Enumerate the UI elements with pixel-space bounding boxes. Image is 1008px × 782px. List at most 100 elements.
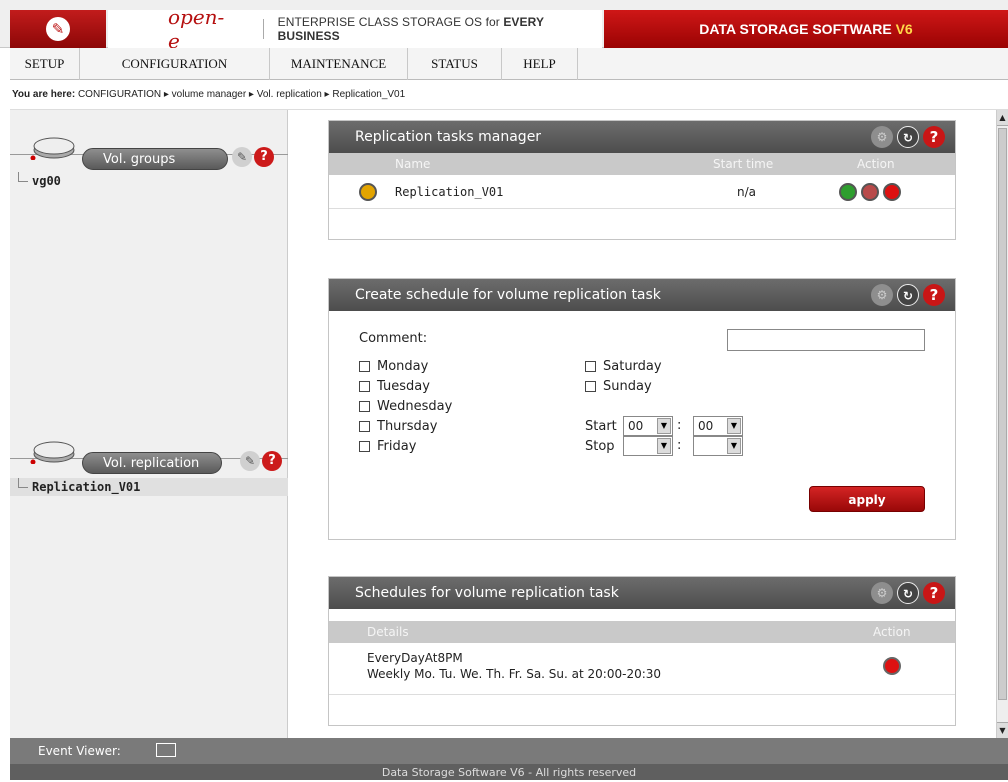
help-icon[interactable]: ? <box>254 147 274 167</box>
divider <box>262 19 264 39</box>
loading-icon: ⚙ <box>871 126 893 148</box>
scrollbar[interactable]: ▲ ▼ <box>996 110 1008 738</box>
create-schedule-panel: Create schedule for volume replication t… <box>328 278 956 540</box>
scroll-thumb[interactable] <box>998 128 1007 700</box>
menu-status[interactable]: STATUS <box>408 48 502 80</box>
schedule-name: EveryDayAt8PM <box>367 651 463 665</box>
logo: ✎ <box>10 10 106 48</box>
product-banner: DATA STORAGE SOFTWARE V6 <box>604 10 1008 48</box>
checkbox[interactable] <box>585 381 596 392</box>
menu-configuration[interactable]: CONFIGURATION <box>80 48 270 80</box>
panel-title: Schedules for volume replication task ⚙ ↻… <box>329 577 955 609</box>
schedules-panel: Schedules for volume replication task ⚙ ↻… <box>328 576 956 726</box>
checkbox-thursday[interactable]: Thursday <box>359 419 437 434</box>
table-row: Replication_V01 n/a <box>329 175 955 209</box>
checkbox-friday[interactable]: Friday <box>359 439 416 454</box>
scroll-up-icon[interactable]: ▲ <box>997 110 1008 126</box>
stop-hour-select[interactable]: ▼ <box>623 436 673 456</box>
day-label: Wednesday <box>377 399 453 414</box>
disk-icon <box>30 137 75 160</box>
loading-icon: ⚙ <box>871 582 893 604</box>
checkbox-wednesday[interactable]: Wednesday <box>359 399 452 414</box>
schedule-desc: Weekly Mo. Tu. We. Th. Fr. Sa. Su. at 20… <box>367 667 662 681</box>
col-action: Action <box>857 157 895 171</box>
apply-button[interactable]: apply <box>809 486 925 512</box>
chevron-down-icon[interactable]: ▼ <box>657 418 671 434</box>
refresh-icon[interactable]: ↻ <box>897 126 919 148</box>
checkbox[interactable] <box>359 401 370 412</box>
checkbox[interactable] <box>585 361 596 372</box>
menu-setup[interactable]: SETUP <box>10 48 80 80</box>
checkbox-tuesday[interactable]: Tuesday <box>359 379 430 394</box>
panel-title-text: Replication tasks manager <box>355 129 542 145</box>
delete-icon[interactable] <box>883 657 901 675</box>
vol-groups-title: Vol. groups <box>82 148 228 170</box>
comment-input[interactable] <box>727 329 925 351</box>
scroll-down-icon[interactable]: ▼ <box>997 722 1008 738</box>
panel-title-text: Create schedule for volume replication t… <box>355 287 661 303</box>
start-hour-value: 00 <box>628 419 644 433</box>
product-version: V6 <box>895 21 913 37</box>
task-start: n/a <box>737 185 757 199</box>
panel-title: Create schedule for volume replication t… <box>329 279 955 311</box>
help-icon[interactable]: ? <box>923 284 945 306</box>
day-label: Tuesday <box>377 379 430 394</box>
checkbox-monday[interactable]: Monday <box>359 359 428 374</box>
wrench-icon: ✎ <box>46 17 70 41</box>
wrench-icon[interactable]: ✎ <box>232 147 252 167</box>
day-label: Monday <box>377 359 429 374</box>
refresh-icon[interactable]: ↻ <box>897 582 919 604</box>
panel-title-text: Schedules for volume replication task <box>355 585 619 601</box>
wrench-icon[interactable]: ✎ <box>240 451 260 471</box>
start-hour-select[interactable]: 00 ▼ <box>623 416 673 436</box>
comment-label: Comment: <box>359 331 428 346</box>
task-name: Replication_V01 <box>395 185 504 199</box>
menu-maintenance[interactable]: MAINTENANCE <box>270 48 408 80</box>
breadcrumb-path[interactable]: CONFIGURATION ▸ volume manager ▸ Vol. re… <box>78 89 405 100</box>
panel-title: Replication tasks manager ⚙ ↻? <box>329 121 955 153</box>
chevron-down-icon[interactable]: ▼ <box>657 438 671 454</box>
stop-icon[interactable] <box>861 183 879 201</box>
checkbox-saturday[interactable]: Saturday <box>585 359 662 374</box>
brand-bar: open-e ENTERPRISE CLASS STORAGE OS for E… <box>108 5 602 53</box>
checkbox[interactable] <box>359 421 370 432</box>
footer: Data Storage Software V6 - All rights re… <box>10 764 1008 780</box>
delete-icon[interactable] <box>883 183 901 201</box>
checkbox[interactable] <box>359 361 370 372</box>
envelope-icon[interactable] <box>156 743 176 757</box>
help-icon[interactable]: ? <box>923 126 945 148</box>
chevron-down-icon[interactable]: ▼ <box>727 438 741 454</box>
tree-item-vg00[interactable]: vg00 <box>10 172 288 190</box>
col-start-time: Start time <box>713 157 774 171</box>
help-icon[interactable]: ? <box>923 582 945 604</box>
vol-replication-header: Vol. replication ✎? <box>10 428 288 474</box>
table-row: EveryDayAt8PM Weekly Mo. Tu. We. Th. Fr.… <box>329 643 955 695</box>
vol-groups-header: Vol. groups ✎? <box>10 124 288 170</box>
disk-icon <box>30 441 75 464</box>
product-name: DATA STORAGE SOFTWARE <box>699 21 892 37</box>
breadcrumb: You are here: CONFIGURATION ▸ volume man… <box>10 80 1008 110</box>
help-icon[interactable]: ? <box>262 451 282 471</box>
stop-min-select[interactable]: ▼ <box>693 436 743 456</box>
expand-icon[interactable] <box>359 183 377 201</box>
replication-tasks-panel: Replication tasks manager ⚙ ↻? Name Start… <box>328 120 956 240</box>
refresh-icon[interactable]: ↻ <box>897 284 919 306</box>
tagline-prefix: ENTERPRISE CLASS STORAGE OS for <box>277 15 504 29</box>
checkbox-sunday[interactable]: Sunday <box>585 379 652 394</box>
checkbox[interactable] <box>359 381 370 392</box>
table-header: Details Action <box>329 621 955 643</box>
tree-item-replication[interactable]: Replication_V01 <box>10 478 288 496</box>
col-details: Details <box>367 625 409 639</box>
checkbox[interactable] <box>359 441 370 452</box>
start-min-value: 00 <box>698 419 714 433</box>
main-menu: SETUP CONFIGURATION MAINTENANCE STATUS H… <box>10 48 1008 80</box>
loading-icon: ⚙ <box>871 284 893 306</box>
chevron-down-icon[interactable]: ▼ <box>727 418 741 434</box>
start-min-select[interactable]: 00 ▼ <box>693 416 743 436</box>
colon: : <box>677 418 682 433</box>
menu-help[interactable]: HELP <box>502 48 578 80</box>
day-label: Saturday <box>603 359 662 374</box>
brand-tagline: ENTERPRISE CLASS STORAGE OS for EVERY BU… <box>278 15 602 43</box>
play-icon[interactable] <box>839 183 857 201</box>
